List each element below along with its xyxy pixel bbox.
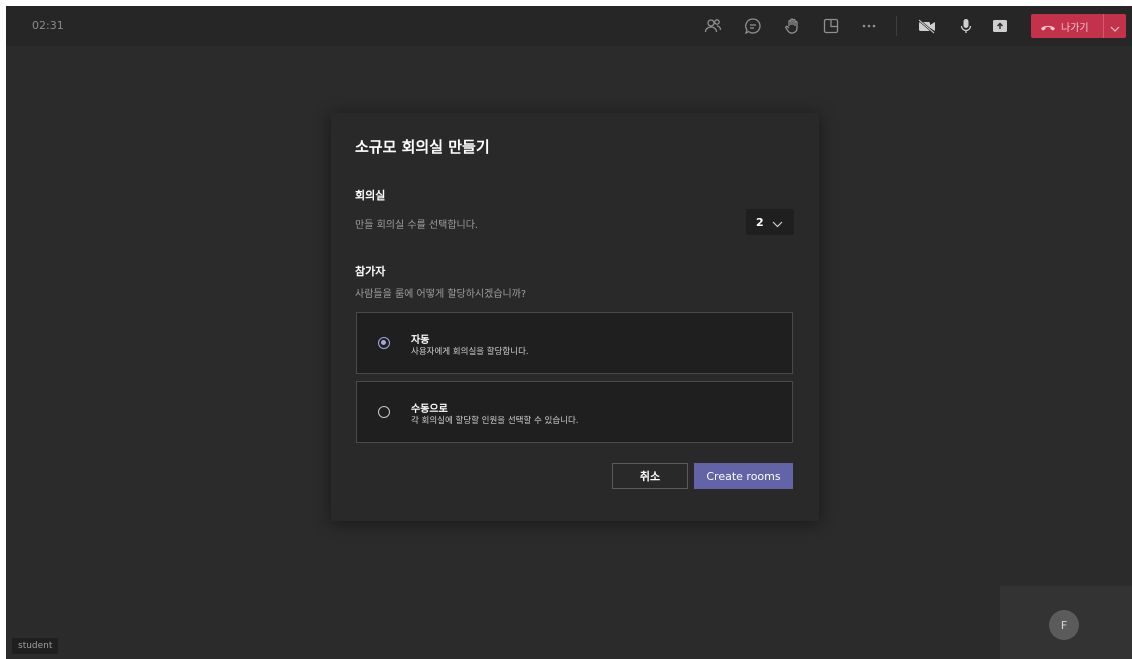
avatar: F (1049, 610, 1079, 640)
dialog-title: 소규모 회의실 만들기 (355, 138, 490, 156)
chevron-down-icon (772, 213, 783, 232)
participant-name-tag: student (12, 638, 59, 654)
leave-button[interactable]: 나가기 (1031, 14, 1103, 38)
radio-manual[interactable] (378, 406, 390, 418)
share-screen-icon[interactable] (989, 15, 1011, 37)
participants-heading: 참가자 (355, 265, 386, 278)
option-description: 각 회의실에 할당할 인원을 선택할 수 있습니다. (411, 416, 579, 426)
camera-off-icon[interactable] (916, 15, 938, 37)
cancel-button[interactable]: 취소 (612, 463, 688, 489)
more-options-icon[interactable] (858, 15, 880, 37)
room-count-dropdown[interactable]: 2 (746, 209, 794, 235)
breakout-rooms-icon[interactable] (820, 15, 842, 37)
create-rooms-button[interactable]: Create rooms (694, 463, 793, 489)
participants-icon[interactable] (702, 15, 724, 37)
participants-question: 사람들을 룸에 어떻게 할당하시겠습니까? (355, 289, 527, 300)
radio-automatic[interactable] (378, 337, 390, 349)
room-count-value: 2 (756, 215, 764, 229)
option-automatic[interactable]: 자동 사용자에게 회의실을 할당합니다. (356, 312, 793, 374)
create-breakout-rooms-dialog: 소규모 회의실 만들기 회의실 만들 회의실 수를 선택합니다. 2 참가자 사… (331, 113, 819, 521)
self-video-tile: F (1000, 586, 1132, 659)
chat-icon[interactable] (742, 15, 764, 37)
raise-hand-icon[interactable] (782, 15, 804, 37)
leave-options-button[interactable] (1104, 14, 1126, 38)
leave-button-group: 나가기 (1031, 14, 1126, 38)
meeting-window: 02:31 나가기 소규모 회의실 만들기 회의실 만들 회의실 수를 선택합니… (6, 6, 1132, 659)
option-title: 수동으로 (411, 404, 448, 415)
meeting-controls-bar: 02:31 나가기 (6, 6, 1132, 46)
microphone-icon[interactable] (955, 15, 977, 37)
toolbar-divider (896, 16, 897, 36)
phone-hangup-icon (1040, 17, 1056, 36)
meeting-timer: 02:31 (32, 19, 64, 32)
chevron-down-icon (1110, 17, 1120, 36)
option-title: 자동 (411, 335, 430, 346)
rooms-description: 만들 회의실 수를 선택합니다. (355, 220, 479, 231)
rooms-heading: 회의실 (355, 189, 386, 202)
leave-label: 나가기 (1061, 22, 1089, 34)
option-description: 사용자에게 회의실을 할당합니다. (411, 347, 529, 357)
option-manual[interactable]: 수동으로 각 회의실에 할당할 인원을 선택할 수 있습니다. (356, 381, 793, 443)
